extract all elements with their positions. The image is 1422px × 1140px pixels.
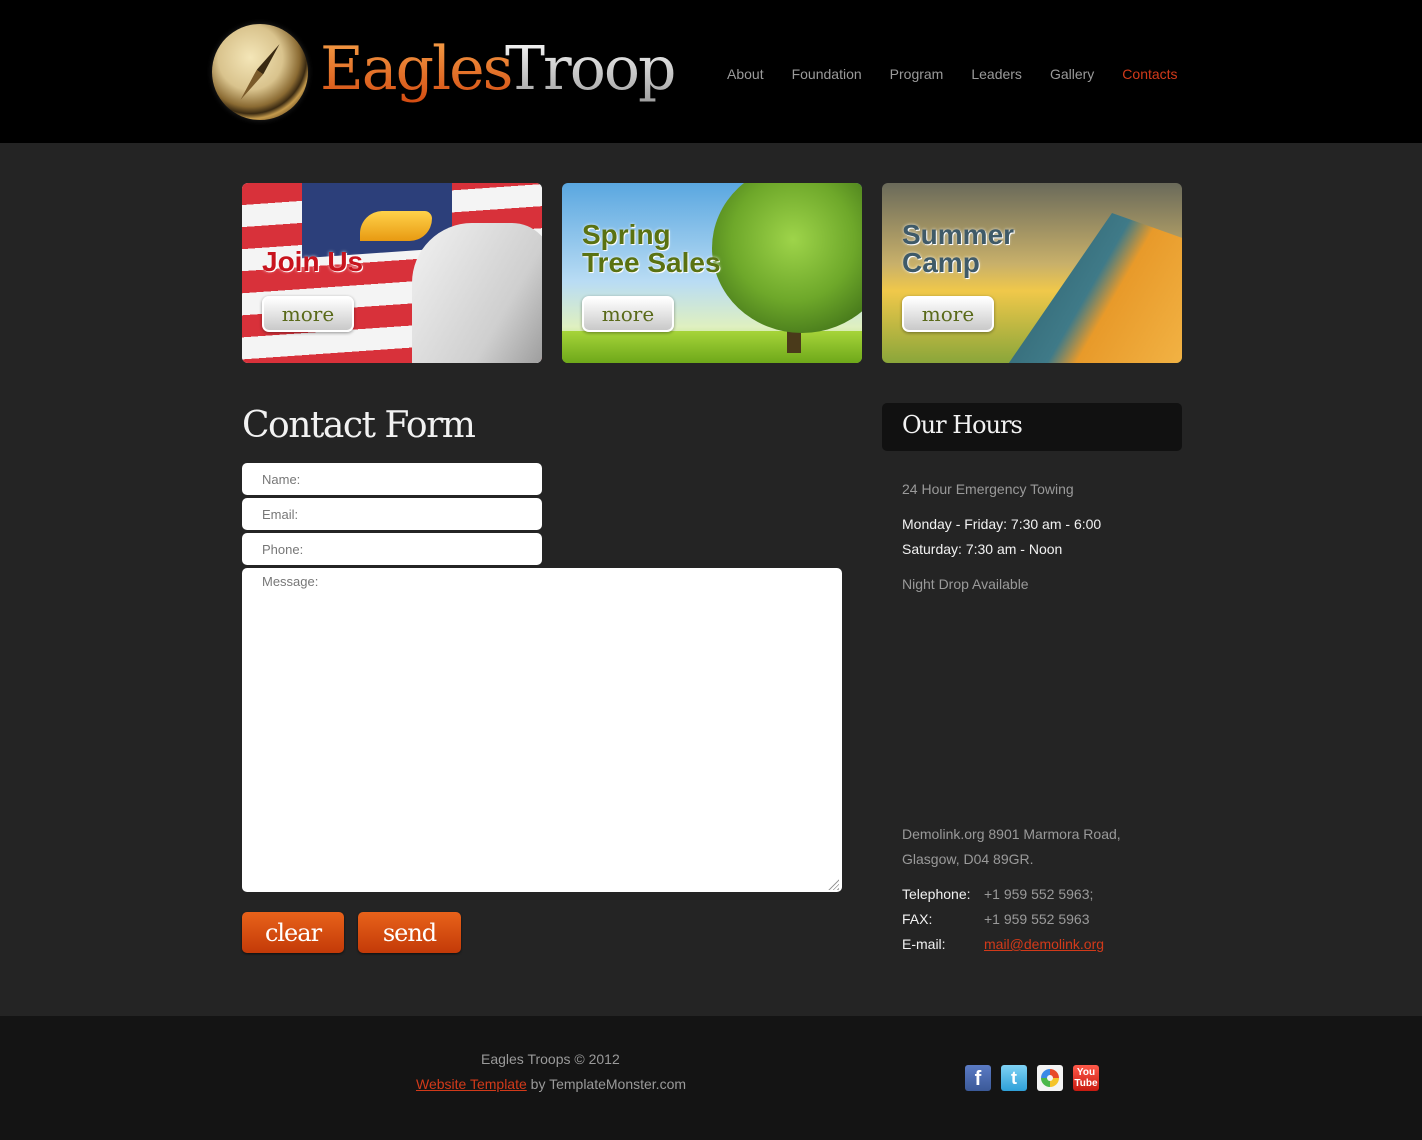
telephone-value: +1 959 552 5963;	[984, 886, 1094, 902]
banner-title-line: Spring	[582, 219, 671, 250]
hours-heading: Our Hours	[902, 411, 1023, 439]
hours-line-emergency: 24 Hour Emergency Towing	[902, 481, 1074, 497]
site-logo[interactable]: Eagles Troop	[212, 24, 676, 120]
picasa-icon[interactable]	[1037, 1065, 1063, 1091]
nav-program[interactable]: Program	[890, 66, 944, 86]
message-textarea[interactable]	[242, 568, 842, 892]
phone-input[interactable]	[242, 533, 542, 565]
hours-header: Our Hours	[882, 403, 1182, 451]
banner-spring-tree-sales[interactable]: Spring Tree Sales more	[562, 183, 862, 363]
send-button[interactable]: send	[358, 912, 461, 953]
hours-line-night-drop: Night Drop Available	[902, 576, 1029, 592]
youtube-icon[interactable]: You Tube	[1073, 1065, 1099, 1091]
banner-title: Spring Tree Sales	[582, 221, 721, 277]
email-link[interactable]: mail@demolink.org	[984, 936, 1104, 952]
banner-title-line: Camp	[902, 247, 980, 278]
compass-icon	[212, 24, 308, 120]
banner-summer-camp[interactable]: Summer Camp more	[882, 183, 1182, 363]
banner-join-us[interactable]: Join Us more	[242, 183, 542, 363]
address-line-2: Glasgow, D04 89GR.	[902, 851, 1034, 867]
banner-title: Summer Camp	[902, 221, 1014, 277]
more-button[interactable]: more	[262, 296, 354, 332]
fax-value: +1 959 552 5963	[984, 911, 1090, 927]
more-button[interactable]: more	[582, 296, 674, 332]
more-button[interactable]: more	[902, 296, 994, 332]
website-template-link[interactable]: Website Template	[416, 1076, 527, 1092]
email-value-wrap: mail@demolink.org	[984, 936, 1104, 952]
main-nav: About Foundation Program Leaders Gallery…	[727, 66, 1178, 86]
credits-text: Website Template by TemplateMonster.com	[416, 1076, 686, 1092]
nav-about[interactable]: About	[727, 66, 764, 86]
eagle-beak	[360, 211, 432, 241]
tree-image	[712, 183, 862, 333]
banner-title-line: Summer	[902, 219, 1015, 250]
clear-button[interactable]: clear	[242, 912, 344, 953]
email-input[interactable]	[242, 498, 542, 530]
name-input[interactable]	[242, 463, 542, 495]
telephone-label: Telephone:	[902, 886, 971, 902]
header: Eagles Troop About Foundation Program Le…	[0, 0, 1422, 143]
nav-contacts[interactable]: Contacts	[1122, 66, 1177, 86]
hours-line-saturday: Saturday: 7:30 am - Noon	[902, 541, 1063, 557]
address-line-1: Demolink.org 8901 Marmora Road,	[902, 826, 1121, 842]
nav-foundation[interactable]: Foundation	[792, 66, 862, 86]
facebook-icon[interactable]: f	[965, 1065, 991, 1091]
banner-title: Join Us	[262, 248, 363, 276]
hours-line-weekdays: Monday - Friday: 7:30 am - 6:00	[902, 516, 1102, 532]
tent-image	[1002, 213, 1182, 363]
copyright-text: Eagles Troops © 2012	[481, 1051, 620, 1067]
contact-form-heading: Contact Form	[242, 405, 476, 446]
eagle-image	[412, 223, 542, 363]
twitter-icon[interactable]: t	[1001, 1065, 1027, 1091]
banner-title-line: Join Us	[262, 246, 364, 277]
nav-leaders[interactable]: Leaders	[971, 66, 1022, 86]
compass-needle	[237, 42, 283, 102]
grass-field	[562, 331, 862, 363]
credits-suffix: by TemplateMonster.com	[526, 1076, 687, 1092]
picasa-ring	[1041, 1069, 1059, 1087]
nav-gallery[interactable]: Gallery	[1050, 66, 1094, 86]
fax-label: FAX:	[902, 911, 933, 927]
logo-word-eagles: Eagles	[320, 34, 513, 104]
footer: Eagles Troops © 2012 Website Template by…	[0, 1016, 1422, 1140]
email-label: E-mail:	[902, 936, 946, 952]
banner-title-line: Tree Sales	[582, 247, 721, 278]
logo-word-troop: Troop	[505, 34, 676, 104]
